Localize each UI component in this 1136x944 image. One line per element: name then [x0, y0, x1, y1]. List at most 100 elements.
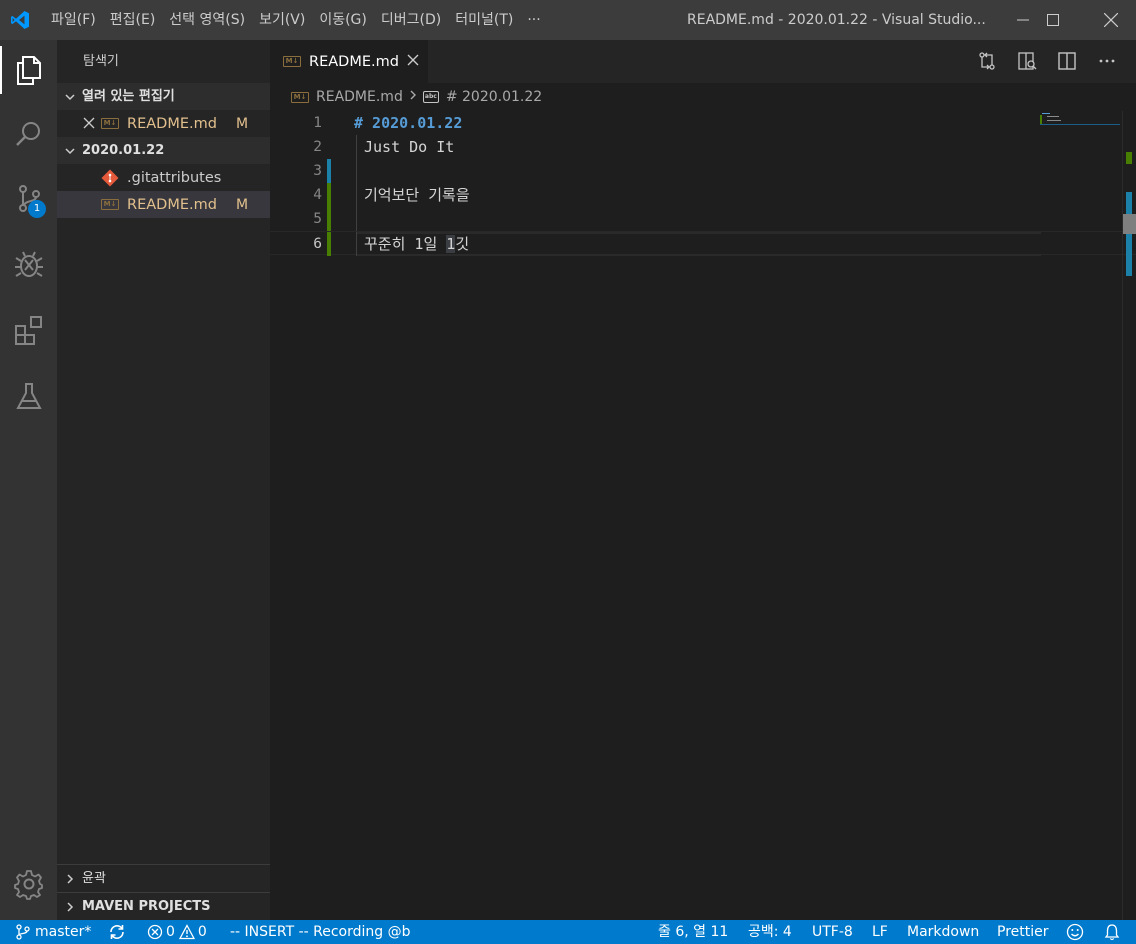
scrollbar-thumb[interactable] [1123, 214, 1136, 234]
git-file-icon [101, 169, 119, 191]
gutter-added-marker [327, 207, 331, 231]
gutter-added-marker [327, 232, 331, 256]
breadcrumb-file[interactable]: README.md [316, 89, 403, 105]
split-editor-icon[interactable] [1056, 50, 1078, 72]
notification-bell-icon[interactable] [1104, 920, 1120, 944]
file-name: README.md [127, 196, 217, 213]
warning-count: 0 [197, 924, 207, 940]
maven-projects-label: MAVEN PROJECTS [82, 899, 211, 914]
maximize-icon[interactable] [1030, 0, 1076, 40]
problems-status[interactable]: 0 0 [147, 920, 207, 944]
outline-label: 윤곽 [82, 871, 106, 886]
open-editors-label: 열려 있는 편집기 [82, 89, 175, 104]
editor-area: M↓ README.md M↓ README.md abc # 2020.01.… [270, 40, 1136, 920]
scrollbar-modified-marker [1126, 192, 1132, 276]
line-text: 꾸준히 1일 1깃 [364, 232, 469, 256]
modified-badge: M [236, 115, 249, 132]
tab-readme[interactable]: M↓ README.md [270, 40, 428, 83]
debug-icon[interactable] [0, 240, 57, 288]
gutter-added-marker [327, 183, 331, 207]
status-bar: master* 0 0 -- INSERT -- Recording @b 줄 … [0, 920, 1136, 944]
line-text-before: 꾸준히 1일 [364, 235, 447, 253]
code-line: 5 [270, 207, 1136, 231]
minimap[interactable] [1040, 111, 1120, 131]
breadcrumb: M↓ README.md abc # 2020.01.22 [270, 83, 1136, 111]
file-item-gitattributes[interactable]: .gitattributes [57, 164, 270, 191]
menu-view[interactable]: 보기(V) [252, 0, 312, 40]
line-text: Just Do It [364, 138, 455, 156]
open-editor-filename: README.md [127, 115, 217, 132]
indentation-status[interactable]: 공백: 4 [748, 920, 792, 944]
tab-bar: M↓ README.md [270, 40, 1136, 83]
menu-debug[interactable]: 디버그(D) [374, 0, 448, 40]
cursor-position[interactable]: 줄 6, 열 11 [658, 920, 728, 944]
menu-edit[interactable]: 편집(E) [103, 0, 163, 40]
code-line: 3 [270, 159, 1136, 183]
gutter-modified-marker [327, 159, 331, 183]
menu-file[interactable]: 파일(F) [44, 0, 103, 40]
branch-name: master* [35, 924, 92, 940]
source-control-icon[interactable]: 1 [0, 174, 57, 222]
menu-terminal[interactable]: 터미널(T) [448, 0, 520, 40]
gear-icon[interactable] [0, 860, 57, 908]
search-icon[interactable] [0, 110, 57, 158]
encoding-status[interactable]: UTF-8 [812, 920, 853, 944]
sync-icon[interactable] [108, 920, 126, 944]
more-actions-icon[interactable] [1096, 50, 1118, 72]
markdown-file-icon: M↓ [101, 199, 119, 210]
branch-status[interactable]: master* [16, 920, 91, 944]
warning-icon [178, 924, 195, 940]
feedback-smiley-icon[interactable] [1066, 920, 1084, 944]
markdown-file-icon: M↓ [283, 56, 301, 67]
file-item-readme[interactable]: M↓ README.md M [57, 191, 270, 218]
explorer-icon[interactable] [0, 46, 57, 94]
menu-more[interactable]: ··· [520, 0, 547, 40]
extensions-icon[interactable] [0, 306, 57, 354]
outline-header[interactable]: 윤곽 [57, 864, 270, 892]
markdown-file-icon: M↓ [101, 118, 119, 129]
close-icon[interactable] [407, 54, 419, 70]
modified-badge: M [236, 196, 249, 213]
activity-bar: 1 [0, 40, 57, 920]
vscode-logo-icon [0, 0, 40, 40]
menu-bar: 파일(F) 편집(E) 선택 영역(S) 보기(V) 이동(G) 디버그(D) … [44, 0, 548, 40]
open-preview-icon[interactable] [1016, 50, 1038, 72]
chevron-down-icon [63, 144, 77, 158]
explorer-sidebar: 탐색기 열려 있는 편집기 M↓ README.md M 2020.01.22 … [57, 40, 270, 920]
line-text: 기억보단 기록을 [364, 186, 470, 204]
menu-go[interactable]: 이동(G) [312, 0, 374, 40]
maven-projects-header[interactable]: MAVEN PROJECTS [57, 892, 270, 920]
prettier-status[interactable]: Prettier [997, 920, 1049, 944]
code-line: 2 Just Do It [270, 135, 1136, 159]
open-editors-header[interactable]: 열려 있는 편집기 [57, 83, 270, 110]
line-number: 2 [313, 139, 322, 155]
code-editor[interactable]: 1 # 2020.01.22 2 Just Do It 3 4 기억보단 기록을… [270, 111, 1136, 256]
line-number: 6 [313, 236, 322, 252]
window-title: README.md - 2020.01.22 - Visual Studio..… [687, 12, 986, 28]
vertical-scrollbar[interactable] [1122, 111, 1136, 920]
indent-guide [356, 159, 357, 183]
open-changes-icon[interactable] [976, 50, 998, 72]
indent-guide [356, 135, 357, 159]
test-flask-icon[interactable] [0, 372, 57, 420]
git-branch-icon [16, 924, 30, 940]
code-line: 4 기억보단 기록을 [270, 183, 1136, 207]
close-window-icon[interactable] [1088, 0, 1134, 40]
menu-selection[interactable]: 선택 영역(S) [162, 0, 252, 40]
line-number: 4 [313, 187, 322, 203]
indent-guide [356, 232, 357, 256]
title-bar: 파일(F) 편집(E) 선택 영역(S) 보기(V) 이동(G) 디버그(D) … [0, 0, 1136, 40]
open-editor-item[interactable]: M↓ README.md M [57, 110, 270, 137]
markdown-file-icon: M↓ [291, 91, 309, 103]
close-icon[interactable] [83, 117, 95, 133]
error-icon [147, 924, 163, 940]
language-mode[interactable]: Markdown [907, 920, 979, 944]
folder-header[interactable]: 2020.01.22 [57, 137, 270, 164]
line-text: # 2020.01.22 [354, 114, 463, 132]
chevron-right-icon [63, 900, 77, 914]
eol-status[interactable]: LF [872, 920, 888, 944]
file-name: .gitattributes [127, 169, 222, 186]
folder-name: 2020.01.22 [82, 143, 165, 158]
breadcrumb-symbol[interactable]: # 2020.01.22 [446, 89, 542, 105]
chevron-right-icon [63, 872, 77, 886]
